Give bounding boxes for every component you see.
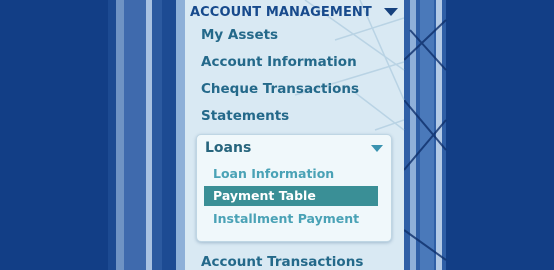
submenu-item-loan-information[interactable]: Loan Information: [213, 166, 334, 181]
loans-title: Loans: [205, 140, 252, 156]
loans-header[interactable]: Loans: [205, 139, 383, 157]
menu-item-statements[interactable]: Statements: [201, 108, 289, 124]
menu-item-cheque-transactions[interactable]: Cheque Transactions: [201, 81, 359, 97]
menu-item-account-information[interactable]: Account Information: [201, 54, 357, 70]
menu-item-account-transactions[interactable]: Account Transactions: [201, 254, 363, 270]
chevron-down-icon[interactable]: [371, 144, 383, 152]
chevron-down-icon[interactable]: [384, 8, 398, 16]
menu-item-my-assets[interactable]: My Assets: [201, 27, 278, 43]
section-title: ACCOUNT MANAGEMENT: [190, 4, 372, 20]
loans-submenu: Loans Loan Information Payment Table Ins…: [196, 134, 392, 242]
account-management-header[interactable]: ACCOUNT MANAGEMENT: [190, 3, 400, 21]
submenu-item-payment-table[interactable]: Payment Table: [204, 186, 378, 206]
submenu-item-installment-payment[interactable]: Installment Payment: [213, 211, 359, 226]
